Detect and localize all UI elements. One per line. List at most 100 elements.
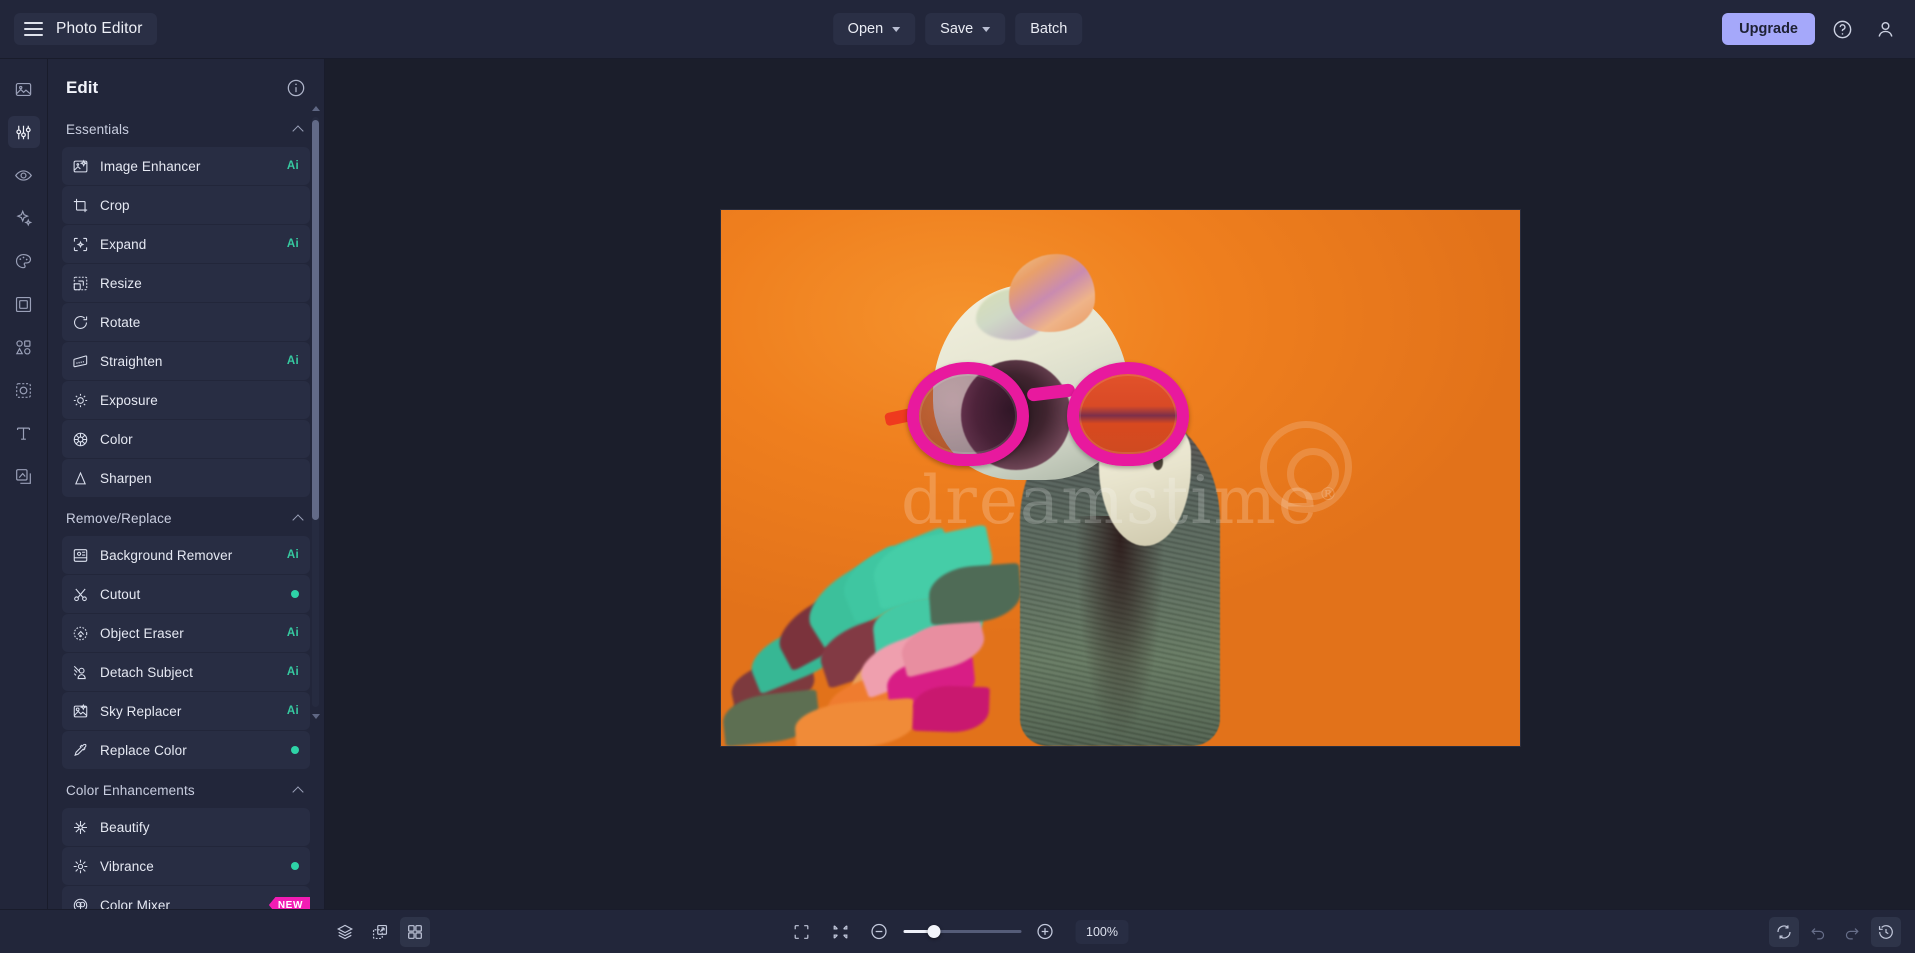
zoom-slider-handle[interactable]: [927, 925, 941, 938]
rail-item-shapes[interactable]: [8, 331, 40, 363]
tool-item-image-enhancer[interactable]: Image Enhancer Ai: [62, 147, 310, 185]
compare-button[interactable]: [365, 917, 395, 947]
rail-item-image[interactable]: [8, 73, 40, 105]
panel-scroll-area[interactable]: Essentials Image Enhancer Ai Crop Expand Ai Re…: [48, 112, 324, 909]
scroll-up-arrow[interactable]: [311, 106, 320, 111]
reset-button[interactable]: [1769, 916, 1799, 947]
new-badge: NEW: [268, 896, 310, 909]
tool-item-expand[interactable]: Expand Ai: [62, 225, 310, 263]
history-button[interactable]: [1871, 916, 1901, 947]
compare-icon: [372, 924, 388, 939]
zoom-slider[interactable]: [903, 924, 1022, 940]
eyedropper-icon: [72, 742, 89, 759]
tool-item-label: Replace Color: [100, 742, 187, 758]
left-rail: [0, 59, 48, 909]
ai-badge: Ai: [286, 238, 299, 250]
scroll-down-arrow[interactable]: [311, 714, 320, 719]
layers-button[interactable]: [330, 917, 360, 947]
panel-scrollbar[interactable]: [312, 117, 319, 707]
app-title: Photo Editor: [56, 20, 143, 37]
zoom-level-value[interactable]: 100%: [1075, 919, 1129, 944]
tool-item-label: Vibrance: [100, 858, 154, 874]
grid-button[interactable]: [400, 916, 430, 947]
exposure-icon: [72, 392, 89, 409]
tool-item-object-eraser[interactable]: Object Eraser Ai: [62, 614, 310, 652]
tool-item-label: Object Eraser: [100, 625, 184, 641]
sharpen-icon: [72, 470, 89, 487]
rail-item-paint[interactable]: [8, 245, 40, 277]
sliders-icon: [16, 125, 31, 139]
rail-item-retouch[interactable]: [8, 159, 40, 191]
ai-badge: Ai: [286, 549, 299, 561]
group-header-remove-replace[interactable]: Remove/Replace: [62, 501, 310, 536]
fit-screen-button[interactable]: [786, 917, 816, 947]
layers-icon: [336, 924, 354, 939]
upgrade-button[interactable]: Upgrade: [1722, 13, 1815, 45]
rail-item-effects[interactable]: [8, 202, 40, 234]
open-button[interactable]: Open: [832, 13, 916, 45]
panel-header: Edit: [48, 59, 324, 112]
rail-item-stickers[interactable]: [8, 374, 40, 406]
status-dot-badge: [291, 746, 299, 754]
tool-item-cutout[interactable]: Cutout: [62, 575, 310, 613]
tool-item-color-mixer[interactable]: Color Mixer NEW: [62, 886, 310, 909]
panel-scrollbar-thumb[interactable]: [312, 120, 319, 520]
tool-item-sharpen[interactable]: Sharpen: [62, 459, 310, 497]
help-button[interactable]: [1826, 13, 1858, 45]
top-toolbar: Photo Editor Open Save Batch Upgrade: [0, 0, 1915, 59]
tool-item-sky-replacer[interactable]: Sky Replacer Ai: [62, 692, 310, 730]
tool-item-vibrance[interactable]: Vibrance: [62, 847, 310, 885]
rail-item-layers[interactable]: [8, 460, 40, 492]
fit-contract-button[interactable]: [825, 917, 855, 947]
open-label: Open: [847, 21, 884, 37]
info-button[interactable]: [286, 78, 306, 98]
rail-item-frame[interactable]: [8, 288, 40, 320]
tool-item-beautify[interactable]: Beautify: [62, 808, 310, 846]
tool-item-color[interactable]: Color: [62, 420, 310, 458]
tool-item-label: Beautify: [100, 819, 150, 835]
tool-item-crop[interactable]: Crop: [62, 186, 310, 224]
app-body: Edit Essentials Image Enhancer Ai Crop Expan…: [0, 59, 1915, 909]
panel-title: Edit: [66, 78, 99, 97]
undo-button[interactable]: [1803, 917, 1833, 947]
image-neck-shadow: [1074, 516, 1166, 746]
group-header-essentials[interactable]: Essentials: [62, 112, 310, 147]
ai-badge: Ai: [286, 355, 299, 367]
info-circle-icon: [287, 79, 305, 97]
history-icon: [1878, 924, 1893, 939]
app-menu-button[interactable]: Photo Editor: [14, 13, 157, 45]
group-header-color-enhancements[interactable]: Color Enhancements: [62, 773, 310, 808]
save-label: Save: [940, 21, 974, 37]
tool-item-detach-subject[interactable]: Detach Subject Ai: [62, 653, 310, 691]
image-sunglasses: [883, 362, 1201, 470]
tool-item-exposure[interactable]: Exposure: [62, 381, 310, 419]
object-eraser-icon: [72, 625, 89, 642]
tool-item-straighten[interactable]: Straighten Ai: [62, 342, 310, 380]
ai-badge: Ai: [286, 666, 299, 678]
zoom-out-button[interactable]: [864, 917, 894, 947]
rail-item-text[interactable]: [8, 417, 40, 449]
color-wheel-icon: [72, 431, 89, 448]
panel-group: Color Enhancements Beautify Vibrance Color …: [62, 773, 310, 909]
save-button[interactable]: Save: [925, 13, 1006, 45]
batch-button[interactable]: Batch: [1015, 13, 1083, 45]
tool-item-rotate[interactable]: Rotate: [62, 303, 310, 341]
tool-item-label: Expand: [100, 236, 147, 252]
grid-icon: [408, 924, 422, 939]
status-dot-badge: [291, 862, 299, 870]
tool-item-resize[interactable]: Resize: [62, 264, 310, 302]
rail-item-adjust[interactable]: [7, 116, 40, 148]
tool-item-background-remover[interactable]: Background Remover Ai: [62, 536, 310, 574]
tool-item-label: Background Remover: [100, 547, 233, 563]
edit-panel: Edit Essentials Image Enhancer Ai Crop Expan…: [48, 59, 325, 909]
account-button[interactable]: [1869, 13, 1901, 45]
zoom-in-button[interactable]: [1030, 917, 1060, 947]
group-label: Color Enhancements: [66, 783, 195, 798]
zoom-controls: 100%: [786, 917, 1129, 947]
panel-group: Essentials Image Enhancer Ai Crop Expand Ai Re…: [62, 112, 310, 497]
edited-image[interactable]: dreamstime®: [720, 210, 1520, 746]
canvas-area[interactable]: dreamstime®: [325, 59, 1915, 909]
redo-button[interactable]: [1837, 917, 1867, 947]
tool-item-replace-color[interactable]: Replace Color: [62, 731, 310, 769]
reset-icon: [1777, 924, 1791, 939]
